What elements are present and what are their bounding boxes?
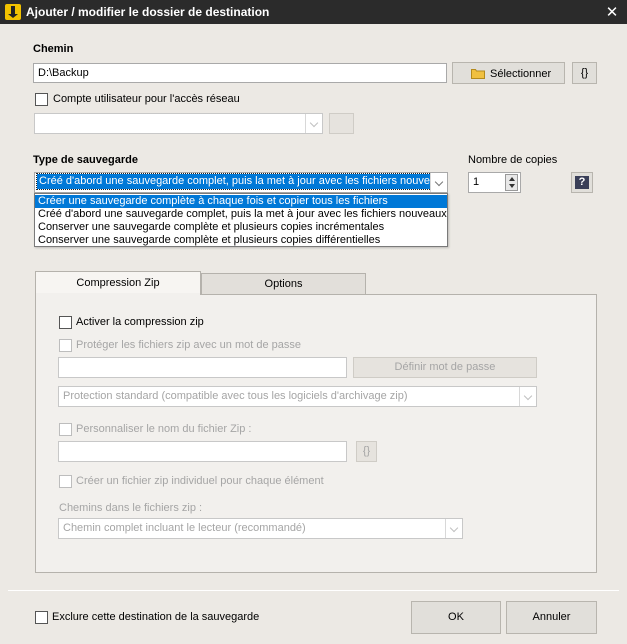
chevron-down-icon (430, 173, 447, 192)
chevron-down-icon (445, 519, 462, 538)
copies-input[interactable]: 1 (468, 172, 521, 193)
zip-protection-select: Protection standard (compatible avec tou… (58, 386, 537, 407)
zip-individual-label: Créer un fichier zip individuel pour cha… (76, 475, 324, 487)
zip-custom-name-checkbox (59, 423, 72, 436)
backup-type-selected: Créé d'abord une sauvegarde complet, pui… (36, 173, 432, 190)
help-icon: ? (575, 176, 589, 189)
spin-down-icon[interactable] (509, 184, 515, 188)
dropdown-option[interactable]: Conserver une sauvegarde complète et plu… (35, 221, 447, 234)
close-icon[interactable]: ✕ (604, 3, 620, 21)
zip-protection-value: Protection standard (compatible avec tou… (63, 390, 408, 402)
zip-paths-value: Chemin complet incluant le lecteur (reco… (63, 522, 306, 534)
zip-name-variables-button: {} (356, 441, 377, 462)
path-variables-button[interactable]: {} (572, 62, 597, 84)
path-label: Chemin (33, 43, 74, 55)
zip-paths-label: Chemins dans le fichiers zip : (59, 502, 203, 514)
title-bar: Ajouter / modifier le dossier de destina… (0, 0, 627, 24)
chevron-down-icon (305, 114, 322, 133)
backup-type-dropdown: Créer une sauvegarde complète à chaque f… (34, 193, 448, 247)
dropdown-option[interactable]: Créer une sauvegarde complète à chaque f… (35, 195, 447, 208)
select-folder-button[interactable]: Sélectionner (452, 62, 565, 84)
cancel-button[interactable]: Annuler (506, 601, 597, 634)
app-logo-icon (5, 4, 21, 20)
zip-custom-name-label: Personnaliser le nom du fichier Zip : (76, 423, 252, 435)
exclude-destination-label: Exclure cette destination de la sauvegar… (52, 611, 260, 623)
enable-zip-label: Activer la compression zip (76, 316, 204, 328)
copies-label: Nombre de copies (468, 154, 558, 166)
spin-button[interactable] (505, 174, 518, 191)
backup-type-label: Type de sauvegarde (33, 154, 138, 166)
zip-individual-checkbox (59, 475, 72, 488)
dropdown-option[interactable]: Créé d'abord une sauvegarde complet, pui… (35, 208, 447, 221)
tab-options[interactable]: Options (201, 273, 366, 295)
folder-icon (471, 69, 485, 79)
select-folder-label: Sélectionner (490, 68, 552, 80)
backup-type-select[interactable]: Créé d'abord une sauvegarde complet, pui… (34, 172, 448, 193)
help-button[interactable]: ? (571, 172, 593, 193)
zip-password-label: Protéger les fichiers zip avec un mot de… (76, 339, 302, 351)
zip-paths-select: Chemin complet incluant le lecteur (reco… (58, 518, 463, 539)
zip-password-checkbox (59, 339, 72, 352)
zip-custom-name-input (58, 441, 347, 462)
exclude-destination-checkbox[interactable] (35, 611, 48, 624)
spin-up-icon[interactable] (509, 177, 515, 181)
network-account-button (329, 113, 354, 134)
path-input[interactable]: D:\Backup (33, 63, 447, 83)
chevron-down-icon (519, 387, 536, 406)
tab-join (36, 293, 200, 296)
enable-zip-checkbox[interactable] (59, 316, 72, 329)
network-account-select (34, 113, 323, 134)
zip-password-input (58, 357, 347, 378)
tab-compression-zip[interactable]: Compression Zip (35, 271, 201, 295)
window-title: Ajouter / modifier le dossier de destina… (26, 5, 270, 19)
dropdown-option[interactable]: Conserver une sauvegarde complète et plu… (35, 234, 447, 247)
set-password-button: Définir mot de passe (353, 357, 537, 378)
copies-value: 1 (473, 176, 480, 188)
footer-separator (8, 590, 619, 591)
network-account-label: Compte utilisateur pour l'accès réseau (53, 93, 240, 105)
ok-button[interactable]: OK (411, 601, 501, 634)
network-account-checkbox[interactable] (35, 93, 48, 106)
